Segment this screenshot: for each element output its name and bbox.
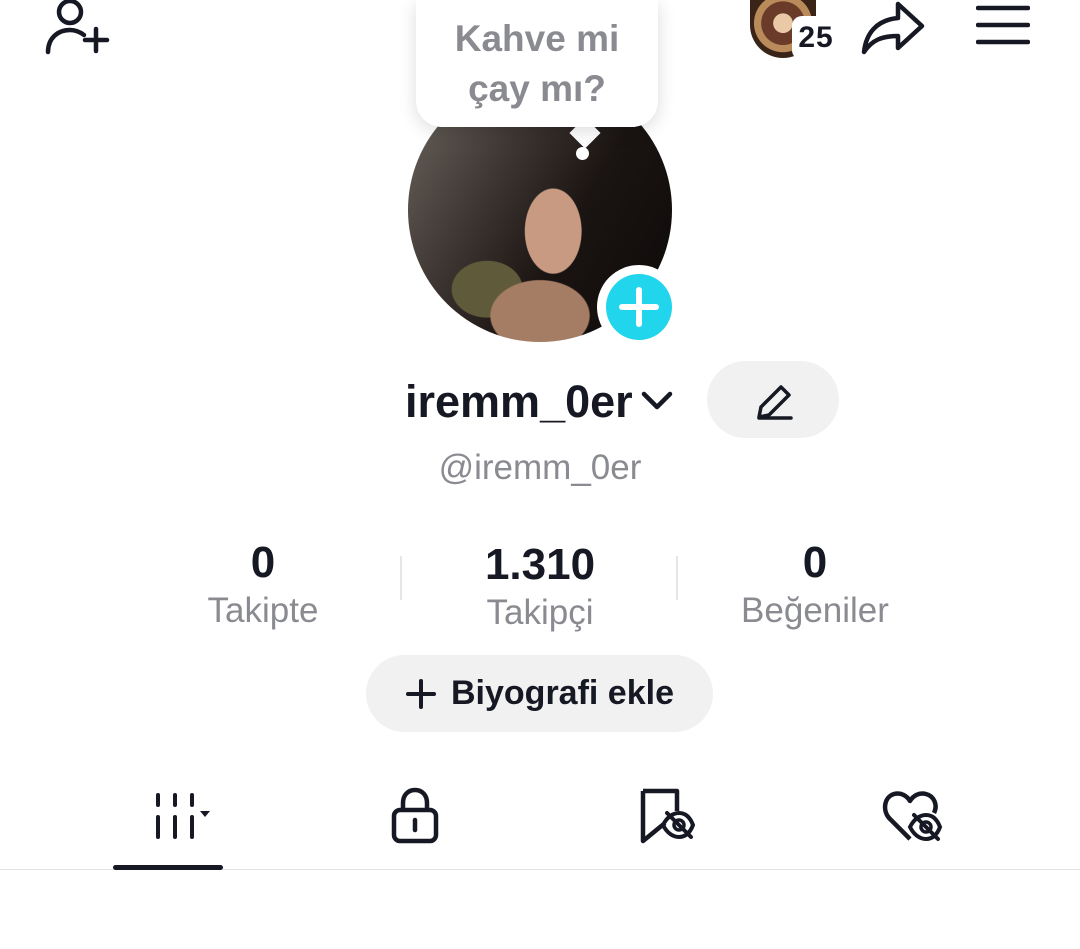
stat-followers-label: Takipçi [486, 593, 594, 632]
stat-likes-label: Beğeniler [741, 591, 889, 630]
tab-liked[interactable] [862, 785, 962, 845]
pencil-icon [757, 385, 793, 420]
username-title[interactable]: iremm_0er [405, 372, 633, 432]
user-handle[interactable]: @iremm_0er [412, 446, 668, 490]
lock-icon [391, 787, 439, 844]
plus-icon [406, 678, 436, 709]
account-switch-button[interactable] [640, 386, 674, 414]
active-tab-indicator [113, 865, 223, 870]
hamburger-menu-icon [975, 5, 1031, 45]
chevron-down-icon [641, 391, 673, 410]
stat-followers[interactable]: 1.310 Takipçi [420, 540, 660, 636]
heart-hidden-icon [882, 791, 943, 842]
share-button[interactable] [860, 0, 926, 56]
add-story-button[interactable] [606, 274, 672, 340]
story-count-badge: 25 [792, 16, 840, 60]
add-friend-button[interactable] [40, 0, 112, 60]
tab-saved[interactable] [615, 785, 715, 845]
edit-profile-button[interactable] [707, 361, 839, 438]
grid-videos-icon [156, 793, 210, 839]
stat-following-label: Takipte [207, 591, 319, 630]
status-tooltip[interactable]: Kahve mi çay mı? [416, 0, 658, 127]
stat-divider [676, 556, 678, 600]
menu-button[interactable] [975, 2, 1031, 46]
share-arrow-icon [861, 1, 925, 55]
bookmark-hidden-icon [640, 788, 695, 844]
tab-videos[interactable] [113, 785, 223, 845]
tab-private[interactable] [365, 785, 465, 845]
stat-following-value: 0 [250, 538, 276, 587]
tooltip-dot [576, 147, 589, 160]
add-bio-label: Biyografi ekle [451, 674, 674, 712]
stat-following[interactable]: 0 Takipte [143, 538, 383, 634]
tooltip-line-2: çay mı? [468, 68, 606, 109]
plus-icon [619, 287, 659, 327]
tooltip-line-1: Kahve mi [454, 18, 620, 59]
stat-followers-value: 1.310 [484, 540, 596, 589]
stat-divider [400, 556, 402, 600]
add-bio-button[interactable]: Biyografi ekle [366, 655, 713, 732]
stat-likes[interactable]: 0 Beğeniler [695, 538, 935, 634]
stat-likes-value: 0 [802, 538, 828, 587]
person-plus-icon [45, 0, 110, 55]
